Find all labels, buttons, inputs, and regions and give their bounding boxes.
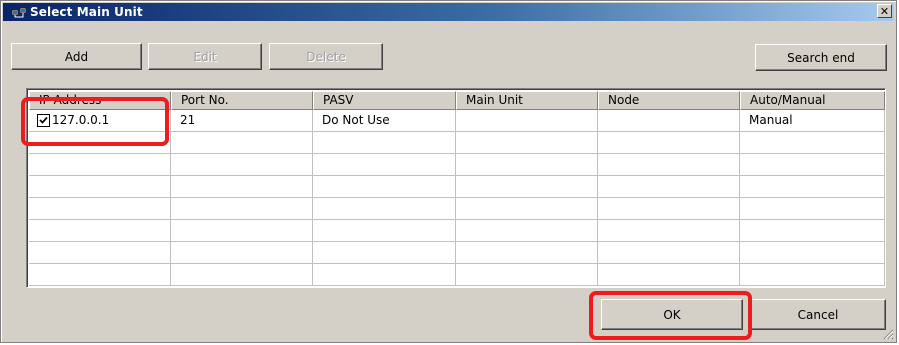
empty-cell bbox=[456, 154, 598, 176]
delete-button[interactable]: Delete bbox=[269, 43, 383, 70]
empty-cell bbox=[171, 198, 313, 220]
empty-cell bbox=[313, 176, 456, 198]
empty-cell bbox=[456, 264, 598, 286]
edit-button-label: Edit bbox=[193, 49, 217, 64]
column-header-node[interactable]: Node bbox=[598, 91, 740, 110]
empty-row[interactable] bbox=[29, 242, 885, 264]
close-icon: ✕ bbox=[879, 4, 890, 18]
empty-row[interactable] bbox=[29, 176, 885, 198]
search-end-button[interactable]: Search end bbox=[755, 44, 887, 71]
empty-cell bbox=[598, 176, 740, 198]
empty-row[interactable] bbox=[29, 220, 885, 242]
empty-cell bbox=[598, 264, 740, 286]
empty-row[interactable] bbox=[29, 198, 885, 220]
ip-address-value: 127.0.0.1 bbox=[52, 113, 110, 127]
empty-row[interactable] bbox=[29, 264, 885, 286]
pasv-cell: Do Not Use bbox=[313, 110, 456, 132]
empty-cell bbox=[29, 220, 171, 242]
empty-cell bbox=[171, 176, 313, 198]
empty-cell bbox=[29, 176, 171, 198]
empty-cell bbox=[313, 132, 456, 154]
empty-cell bbox=[29, 264, 171, 286]
list-header: IP Address Port No. PASV Main Unit Node … bbox=[29, 91, 885, 110]
column-header-port-no[interactable]: Port No. bbox=[171, 91, 313, 110]
search-end-button-label: Search end bbox=[787, 50, 855, 65]
main-unit-list[interactable]: IP Address Port No. PASV Main Unit Node … bbox=[26, 88, 886, 288]
empty-cell bbox=[740, 242, 885, 264]
empty-cell bbox=[598, 242, 740, 264]
empty-cell bbox=[29, 242, 171, 264]
cancel-button[interactable]: Cancel bbox=[750, 299, 886, 330]
empty-cell bbox=[171, 132, 313, 154]
empty-cell bbox=[313, 198, 456, 220]
empty-cell bbox=[171, 264, 313, 286]
port-no-cell: 21 bbox=[171, 110, 313, 132]
empty-row[interactable] bbox=[29, 132, 885, 154]
column-header-main-unit[interactable]: Main Unit bbox=[456, 91, 598, 110]
window-title: Select Main Unit bbox=[30, 5, 143, 19]
empty-cell bbox=[29, 132, 171, 154]
empty-cell bbox=[29, 198, 171, 220]
cancel-button-label: Cancel bbox=[797, 307, 839, 322]
main-unit-cell bbox=[456, 110, 598, 132]
add-button-label: Add bbox=[64, 49, 89, 64]
empty-cell bbox=[598, 198, 740, 220]
empty-cell bbox=[456, 220, 598, 242]
empty-cell bbox=[740, 154, 885, 176]
empty-cell bbox=[171, 154, 313, 176]
edit-button[interactable]: Edit bbox=[148, 43, 262, 70]
column-header-ip-address[interactable]: IP Address bbox=[29, 91, 171, 110]
delete-button-label: Delete bbox=[306, 49, 346, 64]
empty-row[interactable] bbox=[29, 154, 885, 176]
empty-cell bbox=[29, 154, 171, 176]
empty-cell bbox=[740, 264, 885, 286]
ok-button[interactable]: OK bbox=[601, 299, 743, 330]
empty-cell bbox=[171, 220, 313, 242]
column-header-auto-manual[interactable]: Auto/Manual bbox=[740, 91, 885, 110]
empty-cell bbox=[740, 198, 885, 220]
ok-button-label: OK bbox=[663, 307, 681, 322]
ip-address-cell[interactable]: 127.0.0.1 bbox=[29, 110, 171, 132]
empty-cell bbox=[456, 198, 598, 220]
empty-cell bbox=[456, 176, 598, 198]
empty-cell bbox=[313, 220, 456, 242]
empty-cell bbox=[313, 264, 456, 286]
empty-cell bbox=[740, 176, 885, 198]
row-checkbox[interactable] bbox=[37, 114, 50, 127]
column-header-pasv[interactable]: PASV bbox=[313, 91, 456, 110]
node-cell bbox=[598, 110, 740, 132]
checkmark-icon bbox=[39, 116, 48, 124]
empty-cell bbox=[313, 242, 456, 264]
close-button[interactable]: ✕ bbox=[877, 4, 892, 18]
table-row[interactable]: 127.0.0.1 21 Do Not Use Manual bbox=[29, 110, 885, 132]
empty-cell bbox=[456, 132, 598, 154]
empty-cell bbox=[171, 242, 313, 264]
add-button[interactable]: Add bbox=[11, 43, 142, 70]
empty-cell bbox=[598, 220, 740, 242]
resize-grip-icon[interactable] bbox=[881, 327, 894, 340]
empty-cell bbox=[740, 220, 885, 242]
empty-cell bbox=[313, 154, 456, 176]
list-rows: 127.0.0.1 21 Do Not Use Manual bbox=[29, 110, 885, 286]
auto-manual-cell: Manual bbox=[740, 110, 885, 132]
select-main-unit-dialog: Select Main Unit ✕ Add Edit Delete Searc… bbox=[0, 0, 897, 343]
empty-cell bbox=[456, 242, 598, 264]
empty-cell bbox=[598, 132, 740, 154]
empty-cell bbox=[598, 154, 740, 176]
title-bar[interactable]: Select Main Unit ✕ bbox=[3, 3, 894, 21]
network-devices-icon bbox=[11, 5, 27, 19]
empty-cell bbox=[740, 132, 885, 154]
